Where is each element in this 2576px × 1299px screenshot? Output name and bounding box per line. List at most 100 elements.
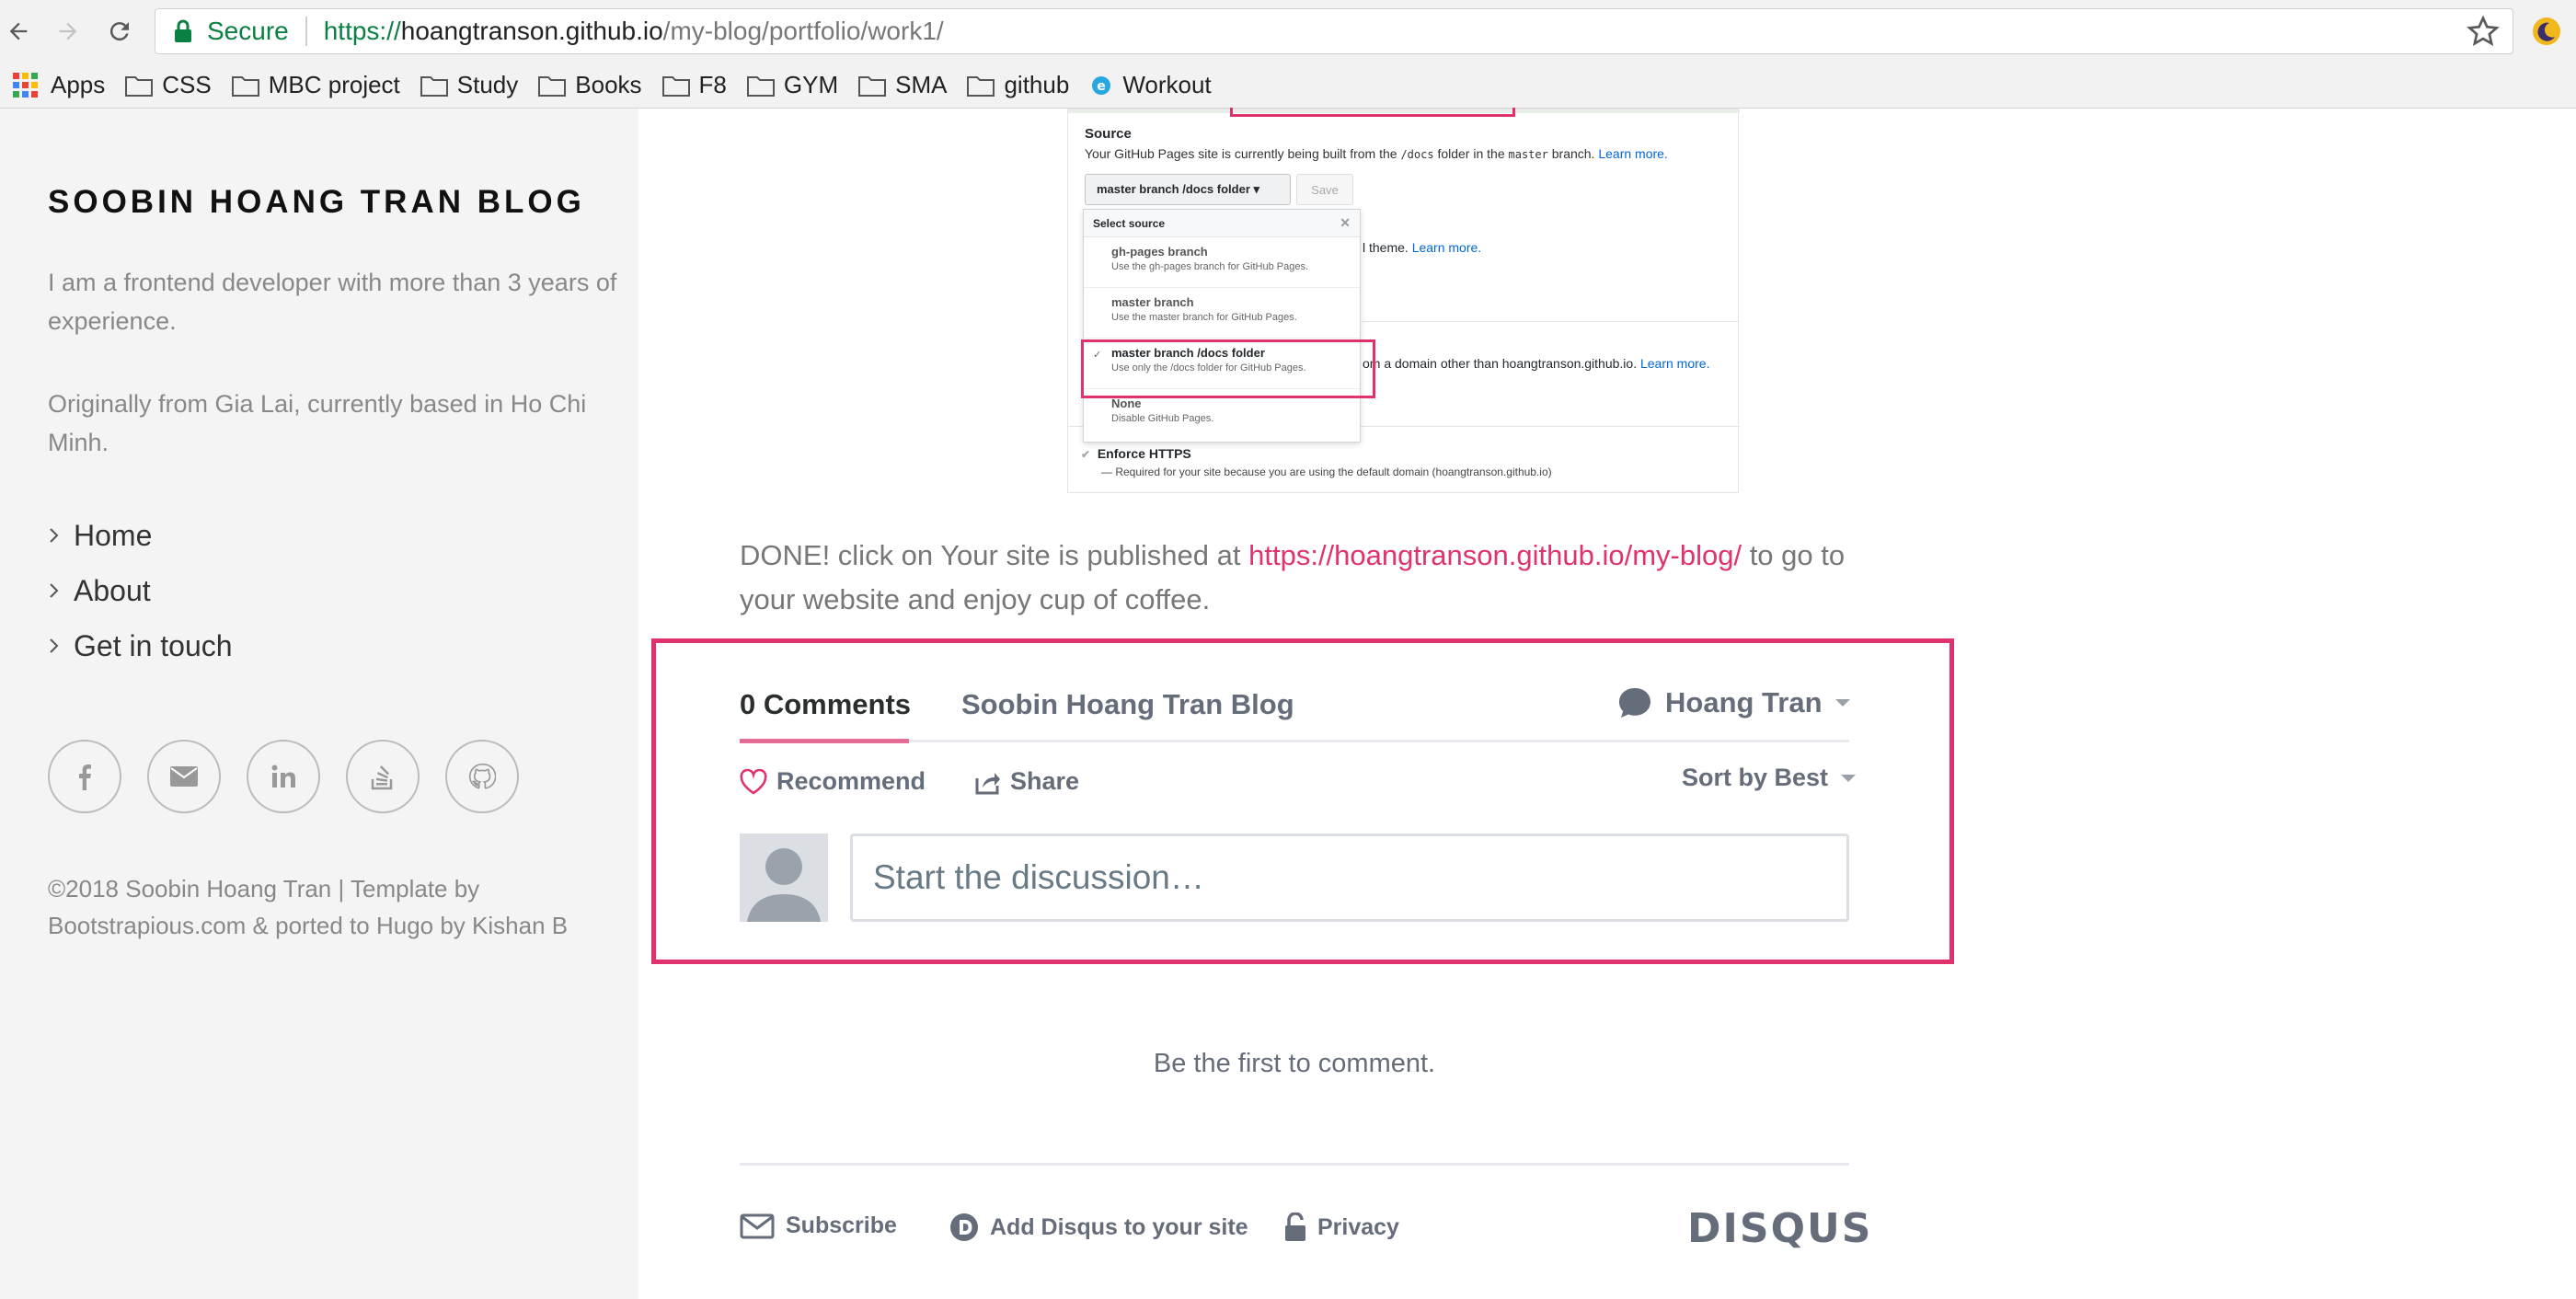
bookmark-label: CSS xyxy=(162,71,212,98)
bookmark-apps[interactable]: Apps xyxy=(13,71,105,99)
bookmarks-bar: Apps CSS MBC project Study Books F8 GYM … xyxy=(0,63,2576,109)
nav-label: About xyxy=(74,573,151,607)
sort-dropdown[interactable]: Sort by Best xyxy=(1682,764,1857,792)
folder-icon xyxy=(538,75,567,97)
sort-label: Sort by Best xyxy=(1682,764,1829,791)
learn-more-link: Learn more. xyxy=(1411,240,1482,255)
menu-option: gh-pages branch Use the gh-pages branch … xyxy=(1084,237,1360,288)
bookmark-css[interactable]: CSS xyxy=(125,71,212,99)
envelope-icon xyxy=(740,1213,775,1238)
subscribe-label: Subscribe xyxy=(786,1213,897,1238)
learn-more-link: Learn more. xyxy=(1598,146,1668,161)
menu-header: Select source ✕ xyxy=(1084,210,1360,237)
night-mode-extension-icon[interactable] xyxy=(2532,17,2561,46)
url-scheme: https:// xyxy=(323,17,401,45)
url-path: /my-blog/portfolio/work1/ xyxy=(662,17,944,45)
bookmark-star-icon[interactable] xyxy=(2467,15,2500,48)
domain-text: om a domain other than hoangtranson.gith… xyxy=(1363,356,1709,371)
option-title: gh-pages branch xyxy=(1111,245,1208,259)
bookmark-workout[interactable]: e Workout xyxy=(1089,71,1212,99)
social-links xyxy=(48,740,545,813)
folder-icon xyxy=(858,75,887,97)
user-menu[interactable]: Hoang Tran xyxy=(1617,686,1850,719)
bookmark-mbc-project[interactable]: MBC project xyxy=(231,71,400,99)
bookmark-label: F8 xyxy=(698,71,727,98)
add-disqus-label: Add Disqus to your site xyxy=(990,1213,1248,1240)
bookmark-label: Books xyxy=(575,71,642,98)
done-paragraph: DONE! click on Your site is published at… xyxy=(740,534,1880,622)
disqus-logo[interactable]: DISQUS xyxy=(1687,1205,1872,1252)
nav-item-get-in-touch[interactable]: Get in touch xyxy=(48,618,233,673)
tab-community[interactable]: Soobin Hoang Tran Blog xyxy=(961,688,1294,721)
recommend-label: Recommend xyxy=(776,767,926,795)
bookmark-sma[interactable]: SMA xyxy=(858,71,947,99)
subscribe-link[interactable]: Subscribe xyxy=(740,1213,897,1239)
bookmark-label: Study xyxy=(456,71,519,98)
facebook-icon xyxy=(79,764,91,790)
bookmark-books[interactable]: Books xyxy=(538,71,642,99)
speech-bubble-icon xyxy=(1619,688,1650,718)
back-button[interactable] xyxy=(0,13,37,50)
stackoverflow-link[interactable] xyxy=(346,740,420,813)
reload-button[interactable] xyxy=(101,13,138,50)
nav-item-about[interactable]: About xyxy=(48,563,233,618)
email-link[interactable] xyxy=(147,740,221,813)
add-disqus-link[interactable]: Add Disqus to your site xyxy=(949,1213,1248,1242)
url-host: hoangtranson.github.io xyxy=(400,17,663,45)
facebook-link[interactable] xyxy=(48,740,121,813)
user-name: Hoang Tran xyxy=(1665,686,1823,718)
option-desc: Disable GitHub Pages. xyxy=(1111,413,1214,424)
comment-input[interactable]: Start the discussion… xyxy=(850,833,1849,922)
menu-header-label: Select source xyxy=(1093,217,1166,230)
bookmark-study[interactable]: Study xyxy=(420,71,519,99)
browser-toolbar: Secure https://hoangtranson.github.io/my… xyxy=(0,0,2576,63)
forward-arrow-icon xyxy=(59,22,77,40)
source-desc-code: /docs xyxy=(1400,148,1434,161)
done-text: DONE! click on Your site is published at xyxy=(740,539,1249,571)
folder-icon xyxy=(420,75,448,97)
lock-icon xyxy=(1285,1213,1305,1241)
reload-icon xyxy=(109,22,129,41)
github-link[interactable] xyxy=(445,740,519,813)
site-link[interactable]: https://hoangtranson.github.io/my-blog/ xyxy=(1248,539,1742,571)
sidebar-nav: Home About Get in touch xyxy=(48,508,233,673)
privacy-link[interactable]: Privacy xyxy=(1284,1213,1399,1242)
separator xyxy=(305,17,307,46)
highlight-box xyxy=(1230,108,1515,117)
chevron-right-icon xyxy=(48,526,74,545)
back-arrow-icon xyxy=(9,22,28,40)
workout-favicon-icon: e xyxy=(1092,75,1111,95)
bookmark-label: Apps xyxy=(51,71,106,98)
forward-button[interactable] xyxy=(50,13,86,50)
linkedin-icon xyxy=(271,764,295,787)
folder-icon xyxy=(661,75,690,97)
option-desc: Use the master branch for GitHub Pages. xyxy=(1111,312,1297,323)
blog-title[interactable]: SOOBIN HOANG TRAN BLOG xyxy=(48,184,585,221)
share-icon xyxy=(975,772,1000,794)
default-avatar-icon xyxy=(747,848,821,922)
caret-down-icon xyxy=(1834,699,1850,707)
source-heading: Source xyxy=(1085,126,1132,142)
sidebar: SOOBIN HOANG TRAN BLOG I am a frontend d… xyxy=(0,109,638,1299)
bookmark-gym[interactable]: GYM xyxy=(746,71,838,99)
linkedin-link[interactable] xyxy=(247,740,320,813)
heart-icon xyxy=(740,768,767,795)
avatar xyxy=(740,833,828,922)
disqus-d-icon xyxy=(950,1213,978,1241)
chevron-right-icon xyxy=(48,637,74,655)
option-desc: Use the gh-pages branch for GitHub Pages… xyxy=(1111,261,1309,272)
bookmark-github[interactable]: github xyxy=(967,71,1069,99)
bookmark-f8[interactable]: F8 xyxy=(661,71,727,99)
share-label: Share xyxy=(1010,767,1080,795)
origin-text: Originally from Gia Lai, currently based… xyxy=(48,390,587,456)
nav-item-home[interactable]: Home xyxy=(48,508,233,563)
tab-comments[interactable]: 0 Comments xyxy=(740,688,911,721)
recommend-button[interactable]: Recommend xyxy=(740,767,926,796)
share-button[interactable]: Share xyxy=(975,767,1079,796)
folder-icon xyxy=(967,75,995,97)
folder-icon xyxy=(746,75,775,97)
github-icon xyxy=(468,764,496,789)
caret-down-icon xyxy=(1841,774,1857,782)
source-desc-part: Your GitHub Pages site is currently bein… xyxy=(1085,146,1401,161)
address-bar[interactable]: Secure https://hoangtranson.github.io/my… xyxy=(155,8,2513,54)
